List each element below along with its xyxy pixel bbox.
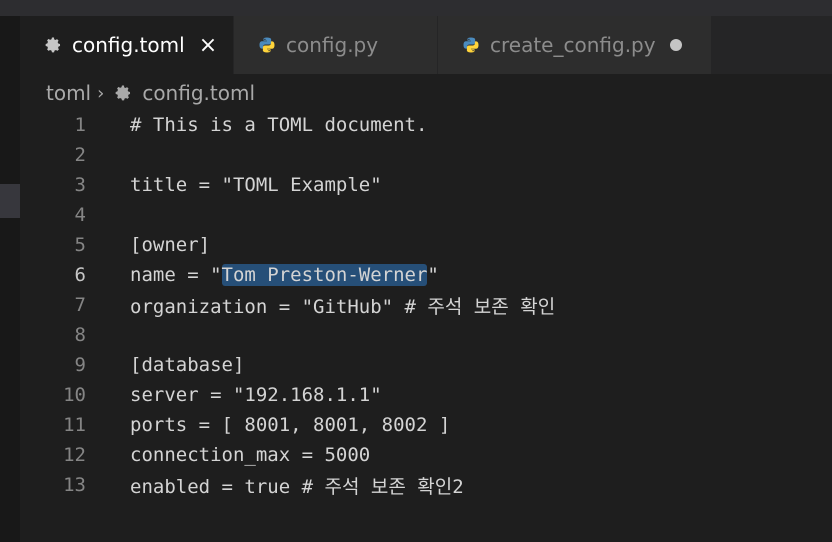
python-icon <box>460 34 482 56</box>
line-number: 5 <box>74 234 86 256</box>
tab-label: create_config.py <box>490 33 656 57</box>
python-icon <box>256 34 278 56</box>
tab-config-py[interactable]: config.py <box>234 16 438 74</box>
code-line[interactable]: 11 ports = [ 8001, 8001, 8002 ] <box>20 410 832 440</box>
line-number: 8 <box>74 324 86 346</box>
gear-icon <box>42 34 64 56</box>
line-text: [database] <box>130 354 245 376</box>
code-line[interactable]: 7 organization = "GitHub" # 주석 보존 확인 <box>20 290 832 320</box>
line-number: 7 <box>74 294 86 316</box>
code-line[interactable]: 5 [owner] <box>20 230 832 260</box>
code-line[interactable]: 4 <box>20 200 832 230</box>
line-text: connection_max = 5000 <box>130 444 371 466</box>
activity-bar <box>0 16 20 542</box>
line-text-after-selection: " <box>427 264 439 286</box>
line-text: organization = "GitHub" # 주석 보존 확인 <box>130 295 556 318</box>
line-number: 1 <box>74 114 86 136</box>
breadcrumb: toml › config.toml <box>46 78 255 108</box>
line-text: title = "TOML Example" <box>130 174 382 196</box>
line-text: server = "192.168.1.1" <box>130 384 382 406</box>
line-number: 4 <box>74 204 86 226</box>
line-number: 3 <box>74 174 86 196</box>
line-number: 11 <box>63 414 86 436</box>
editor-window: config.toml × config.py create_config.py <box>0 0 832 542</box>
tab-create-config-py[interactable]: create_config.py <box>438 16 712 74</box>
line-text: ports = [ 8001, 8001, 8002 ] <box>130 414 451 436</box>
line-text: enabled = true # 주석 보존 확인2 <box>130 475 464 498</box>
chevron-right-icon: › <box>97 82 105 104</box>
breadcrumb-folder[interactable]: toml <box>46 81 91 105</box>
close-icon[interactable]: × <box>199 33 217 58</box>
gear-icon <box>112 82 134 104</box>
activity-marker[interactable] <box>0 184 20 218</box>
line-text: # This is a TOML document. <box>130 114 428 136</box>
line-number: 10 <box>63 384 86 406</box>
line-number: 12 <box>63 444 86 466</box>
line-text: [owner] <box>130 234 211 256</box>
unsaved-dot-icon[interactable] <box>669 39 682 51</box>
code-line[interactable]: 2 <box>20 140 832 170</box>
line-text: name = "Tom Preston-Werner" <box>130 264 439 286</box>
code-line[interactable]: 13 enabled = true # 주석 보존 확인2 <box>20 470 832 500</box>
line-number: 9 <box>74 354 86 376</box>
text-selection[interactable]: Tom Preston-Werner <box>221 264 428 286</box>
title-strip <box>0 0 832 16</box>
line-text-before-selection: name = " <box>130 264 222 286</box>
code-line-current[interactable]: 6 name = "Tom Preston-Werner" <box>20 260 832 290</box>
code-line[interactable]: 10 server = "192.168.1.1" <box>20 380 832 410</box>
tab-label: config.py <box>286 33 379 57</box>
code-line[interactable]: 3 title = "TOML Example" <box>20 170 832 200</box>
code-line[interactable]: 1 # This is a TOML document. <box>20 110 832 140</box>
tab-label: config.toml <box>72 33 185 57</box>
code-line[interactable]: 9 [database] <box>20 350 832 380</box>
code-line[interactable]: 12 connection_max = 5000 <box>20 440 832 470</box>
line-number: 2 <box>74 144 86 166</box>
tab-bar: config.toml × config.py create_config.py <box>20 16 832 74</box>
code-line[interactable]: 8 <box>20 320 832 350</box>
tab-config-toml[interactable]: config.toml × <box>20 16 234 74</box>
line-number: 13 <box>63 474 86 496</box>
code-editor[interactable]: 1 # This is a TOML document. 2 3 title =… <box>20 110 832 542</box>
breadcrumb-file[interactable]: config.toml <box>142 81 255 105</box>
line-number: 6 <box>74 264 86 286</box>
